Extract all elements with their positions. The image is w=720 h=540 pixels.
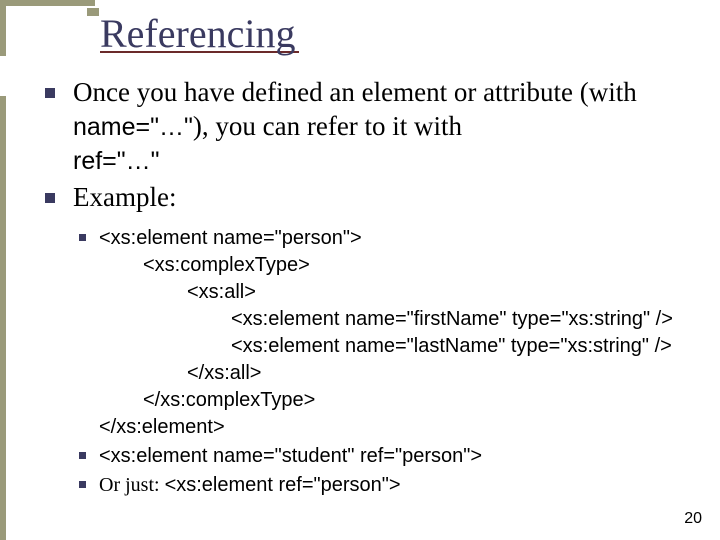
- deco-top-bar: [0, 0, 95, 6]
- slide-title: Referencing: [100, 11, 295, 56]
- bullet-example: Example: <xs:element name="person"> <xs:…: [35, 181, 700, 499]
- or-just-prefix: Or just:: [99, 474, 165, 496]
- deco-left-gap: [0, 56, 6, 96]
- code-line-5: <xs:element name="lastName" type="xs:str…: [99, 333, 700, 360]
- bullet-code-ref: ref="…": [73, 147, 160, 175]
- page-number: 20: [684, 510, 702, 528]
- title-area: Referencing: [100, 10, 299, 57]
- code-student-ref: <xs:element name="student" ref="person">: [73, 443, 700, 470]
- code-or-just: Or just: <xs:element ref="person">: [73, 472, 700, 499]
- code-line-4: <xs:element name="firstName" type="xs:st…: [99, 306, 700, 333]
- bullet-code-name: name="…": [73, 113, 193, 141]
- code-line-3: <xs:all>: [99, 279, 700, 306]
- code-line-8: </xs:element>: [99, 414, 700, 441]
- code-line-2: <xs:complexType>: [99, 252, 700, 279]
- code-line-7: </xs:complexType>: [99, 387, 700, 414]
- or-just-code: <xs:element ref="person">: [165, 474, 401, 496]
- slide-body: Once you have defined an element or attr…: [35, 76, 700, 503]
- deco-left-bar: [0, 96, 6, 540]
- code-line-6: </xs:all>: [99, 360, 700, 387]
- code-block: <xs:element name="person"> <xs:complexTy…: [73, 225, 700, 441]
- deco-left-top: [0, 6, 6, 56]
- bullet-text-pre: Once you have defined an element or attr…: [73, 77, 637, 107]
- bullet-example-text: Example:: [73, 182, 176, 212]
- bullet-definition: Once you have defined an element or attr…: [35, 76, 700, 177]
- slide: Referencing Once you have defined an ele…: [0, 0, 720, 540]
- deco-corner: [85, 6, 101, 18]
- bullet-text-mid: ), you can refer to it with: [193, 111, 462, 141]
- code-line-1: <xs:element name="person">: [99, 225, 700, 252]
